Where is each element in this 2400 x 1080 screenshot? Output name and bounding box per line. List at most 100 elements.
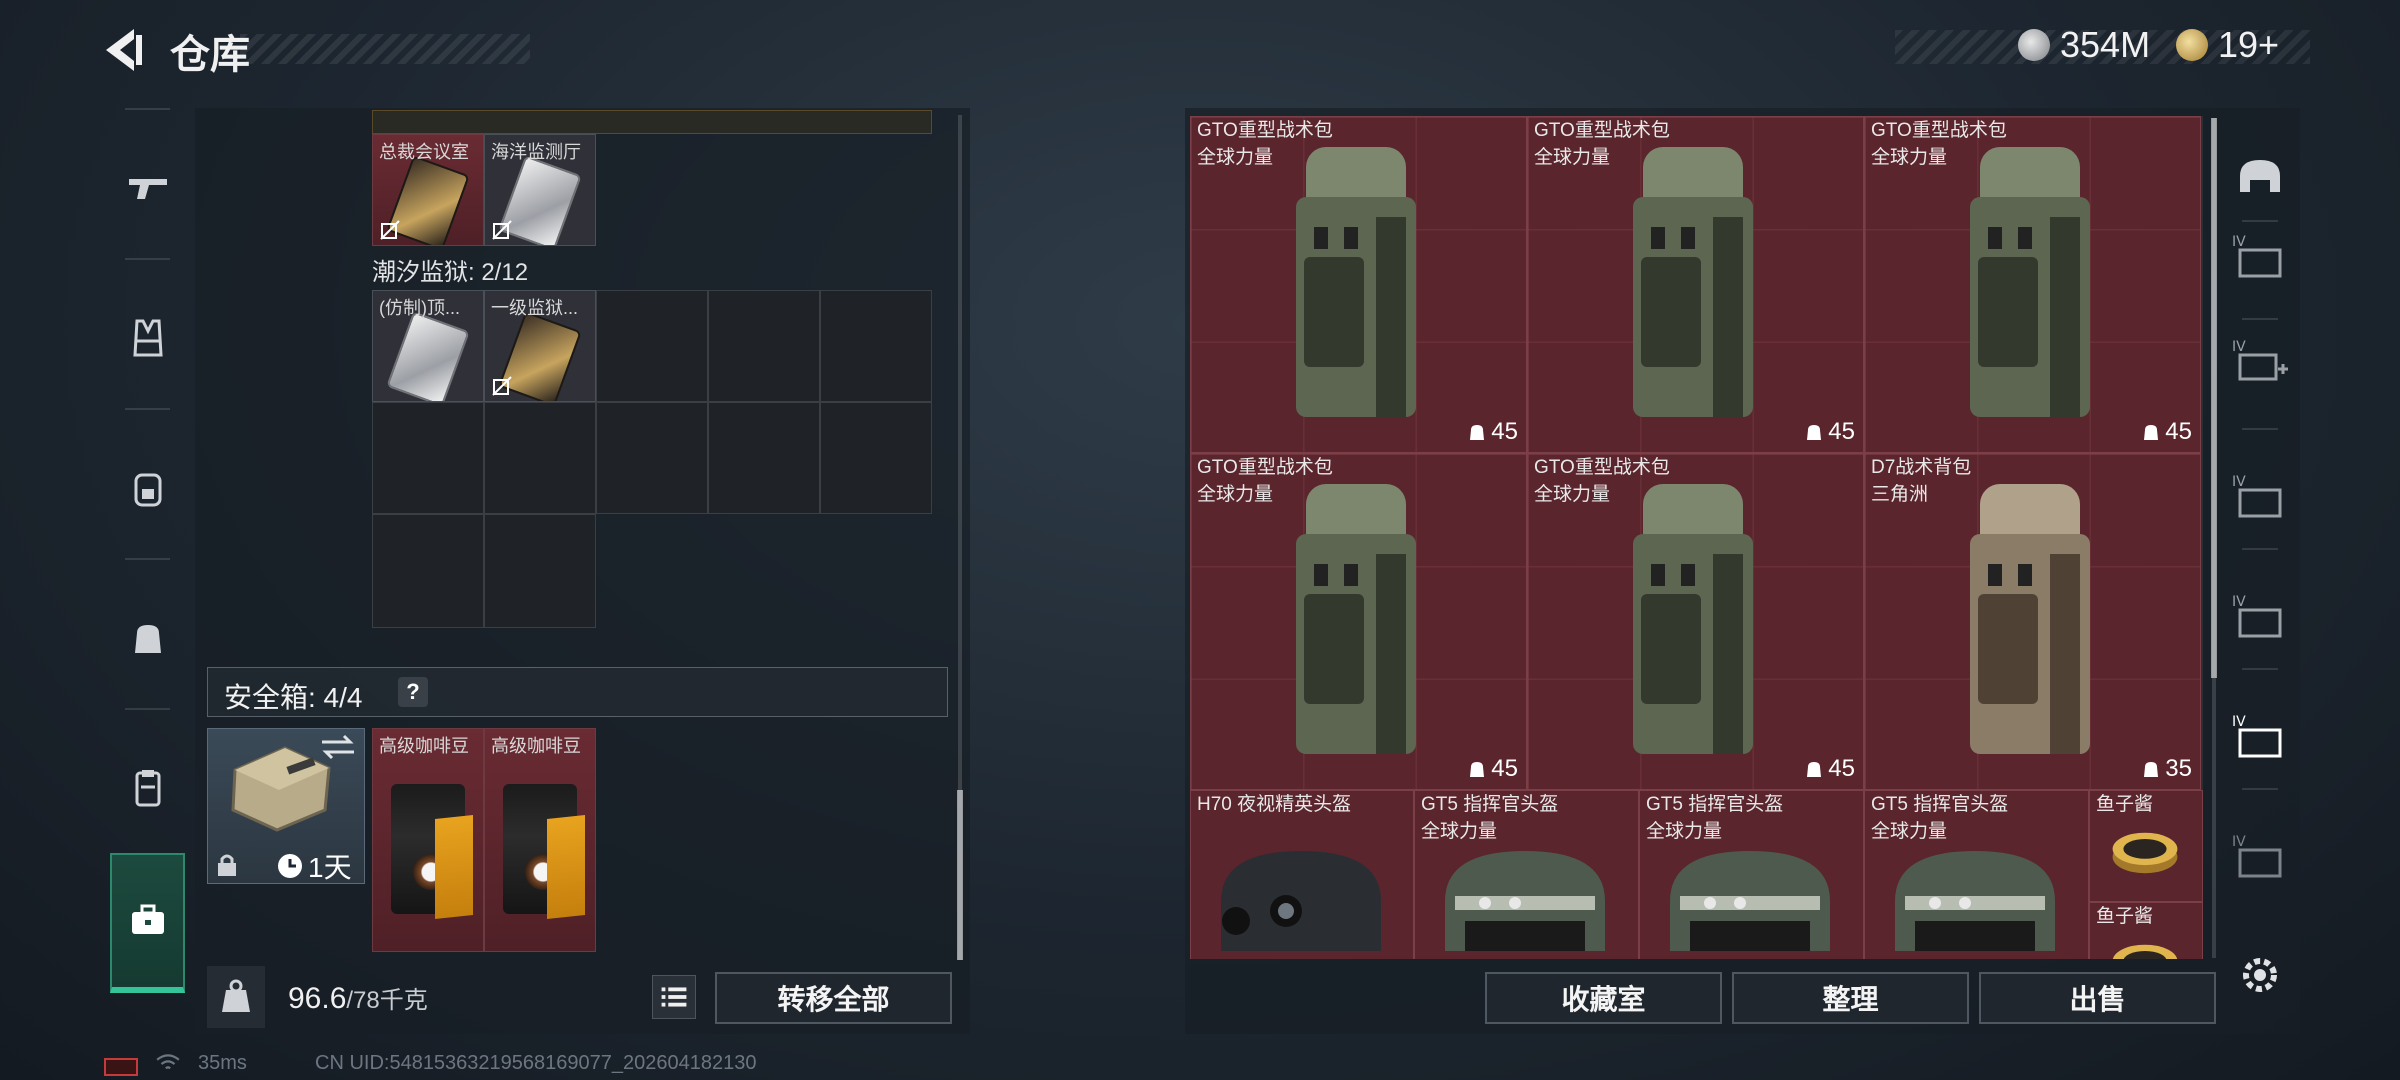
nav-bags[interactable] [100, 573, 195, 703]
item-source: 全球力量 [1871, 147, 1948, 168]
crate-icon: IV [2232, 834, 2282, 878]
coffee-item-cell[interactable]: 高级咖啡豆 [484, 728, 596, 952]
caviar-tin-icon [2112, 832, 2178, 874]
nav-container-active[interactable]: IV [2230, 708, 2290, 768]
empty-slot[interactable] [484, 402, 596, 514]
nav-weapons[interactable] [100, 123, 195, 253]
gold-coin-icon [2176, 29, 2208, 61]
crate-icon: IV [2232, 234, 2282, 278]
keycard-silver-icon [386, 311, 470, 401]
silver-currency-value: 354M [2060, 24, 2151, 65]
empty-slot[interactable] [484, 514, 596, 628]
inventory-scroll-thumb[interactable] [2211, 118, 2217, 678]
backpack-item-cell[interactable]: GTO重型战术包 全球力量 45 [1527, 453, 1864, 790]
capacity-value: 45 [1491, 418, 1518, 445]
coffee-item-cell[interactable]: 高级咖啡豆 [372, 728, 484, 952]
item-label: 海洋监测厅 [491, 142, 581, 162]
empty-slot[interactable] [596, 290, 708, 402]
back-arrow-icon[interactable] [100, 25, 150, 75]
item-cell[interactable]: 总裁会议室 [372, 134, 484, 246]
helmet-icon [2240, 160, 2280, 192]
backpack-item-cell[interactable]: GTO重型战术包 全球力量 45 [1864, 116, 2201, 453]
nav-helmet-category[interactable] [2230, 148, 2290, 208]
item-source: 全球力量 [1534, 484, 1611, 505]
backpack-image [1296, 484, 1416, 754]
item-name: GT5 指挥官头盔 [1421, 794, 1559, 815]
item-capacity: 35 [2141, 755, 2192, 783]
nav-backpacks[interactable] [100, 423, 195, 553]
helmet-item-cell[interactable]: GT5 指挥官头盔 全球力量 [1864, 790, 2089, 959]
empty-slot[interactable] [372, 402, 484, 514]
capacity-icon [1470, 425, 1485, 440]
coffee-label-strip [547, 815, 585, 919]
sell-button[interactable]: 出售 [1979, 972, 2216, 1024]
nav-container-3[interactable]: IV [2230, 468, 2290, 528]
item-name: GT5 指挥官头盔 [1871, 794, 2009, 815]
clock-icon [278, 854, 302, 878]
item-cell[interactable]: 一级监狱... [484, 290, 596, 402]
item-cell[interactable]: 海洋监测厅 [484, 134, 596, 246]
no-bind-icon [492, 376, 512, 396]
backpack-item-cell[interactable]: GTO重型战术包 全球力量 45 [1190, 116, 1527, 453]
item-name: GTO重型战术包 [1534, 120, 1670, 141]
nav-container-1[interactable]: IV [2230, 228, 2290, 288]
settings-gear-icon[interactable] [2237, 952, 2283, 998]
empty-slot[interactable] [596, 402, 708, 514]
svg-text:IV: IV [2232, 594, 2246, 610]
uid-text: CN UID:5481536321956816​9077_20260418213… [315, 1052, 757, 1074]
help-icon[interactable]: ? [398, 677, 428, 707]
backpack-item-cell[interactable]: GTO重型战术包 全球力量 45 [1190, 453, 1527, 790]
backpack-icon [134, 473, 161, 507]
nav-container-add[interactable]: IV [2230, 333, 2290, 393]
lock-icon [218, 854, 236, 876]
stash-scroll-thumb[interactable] [957, 790, 963, 960]
empty-slot[interactable] [372, 514, 484, 628]
svg-text:IV: IV [2232, 234, 2246, 250]
gold-currency[interactable]: 19+ [2176, 24, 2279, 66]
title-stripe [240, 34, 530, 64]
helmet-image [1221, 851, 1381, 951]
item-cell[interactable]: (仿制)顶... [372, 290, 484, 402]
helmet-item-cell[interactable]: GT5 指挥官头盔 全球力量 [1639, 790, 1864, 959]
empty-slot[interactable] [708, 290, 820, 402]
caviar-item-cell[interactable]: 鱼子酱 [2089, 902, 2203, 959]
nav-container-6[interactable]: IV [2230, 828, 2290, 888]
empty-slot[interactable] [820, 290, 932, 402]
sort-button[interactable]: 整理 [1732, 972, 1969, 1024]
empty-slot[interactable] [820, 402, 932, 514]
briefcase-icon [131, 904, 164, 934]
item-label: 高级咖啡豆 [379, 736, 469, 756]
empty-slot[interactable] [708, 402, 820, 514]
nav-vests[interactable] [100, 273, 195, 403]
capacity-value: 35 [2165, 755, 2192, 782]
crate-add-icon: IV [2232, 339, 2288, 381]
item-capacity: 45 [1467, 418, 1518, 446]
right-container-nav: IV IV IV IV IV IV [2220, 108, 2300, 978]
swap-icon[interactable] [318, 732, 358, 762]
crate-icon: IV [2232, 474, 2282, 518]
backpack-image [1633, 484, 1753, 754]
item-name: 鱼子酱 [2096, 906, 2154, 927]
helmet-item-cell[interactable]: H70 夜视精英头盔 [1190, 790, 1414, 959]
nav-containers[interactable] [100, 723, 195, 853]
nav-container-4[interactable]: IV [2230, 588, 2290, 648]
transfer-all-button[interactable]: 转移全部 [715, 972, 952, 1024]
capacity-value: 45 [1491, 755, 1518, 782]
backpack-item-cell[interactable]: GTO重型战术包 全球力量 45 [1527, 116, 1864, 453]
item-capacity: 45 [1804, 755, 1855, 783]
backpack-item-cell[interactable]: D7战术背包 三角洲 35 [1864, 453, 2201, 790]
svg-text:IV: IV [2232, 714, 2246, 730]
page-title: 仓库 [170, 33, 250, 77]
inventory-grid: GTO重型战术包 全球力量 45 GTO重型战术包 全球力量 45 GTO重型战术包 全球力量… [1190, 116, 2203, 959]
silver-currency[interactable]: 354M [2018, 24, 2150, 66]
svg-text:IV: IV [2232, 339, 2246, 355]
collection-room-button[interactable]: 收藏室 [1485, 972, 1722, 1024]
item-capacity: 45 [1467, 755, 1518, 783]
caviar-item-cell[interactable]: 鱼子酱 [2089, 790, 2203, 902]
nav-stash-active[interactable] [110, 853, 185, 993]
capacity-value: 45 [2165, 418, 2192, 445]
capacity-value: 45 [1828, 418, 1855, 445]
list-view-button[interactable] [652, 975, 696, 1019]
safe-box-label: 安全箱: 4/4 [224, 682, 363, 713]
helmet-item-cell[interactable]: GT5 指挥官头盔 全球力量 [1414, 790, 1639, 959]
